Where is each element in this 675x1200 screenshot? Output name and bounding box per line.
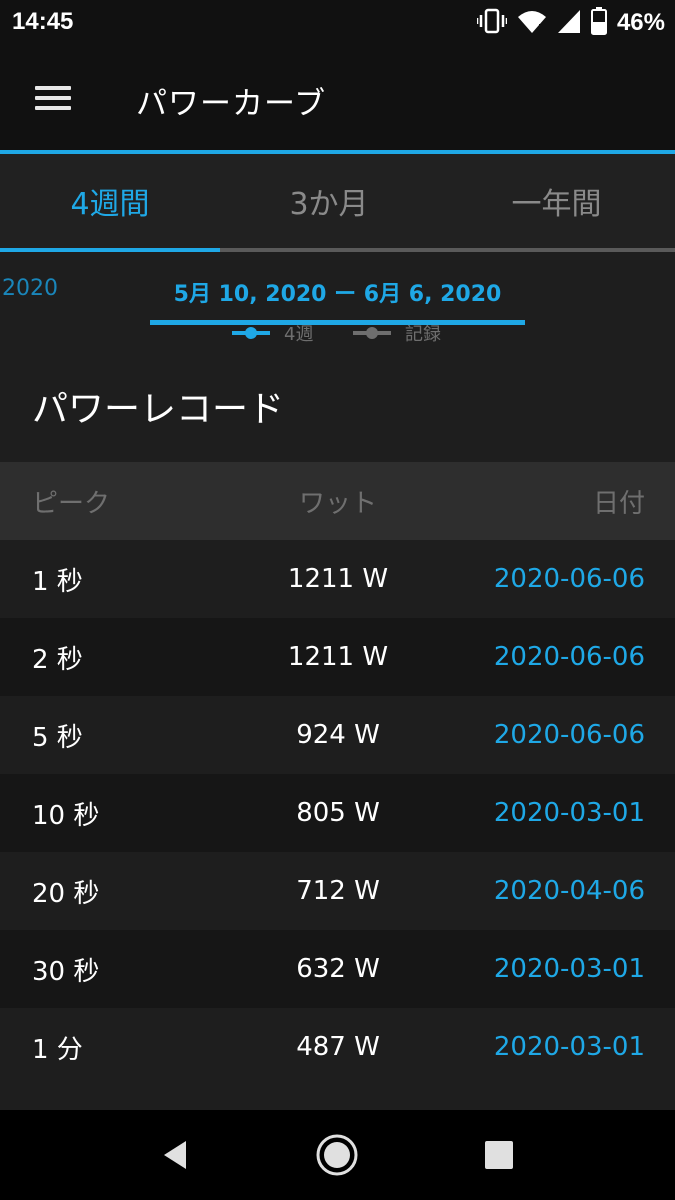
back-button[interactable] bbox=[150, 1130, 200, 1180]
table-row: 10 秒 805 W 2020-03-01 bbox=[0, 774, 675, 852]
date-range-selector: 2020 5月 10, 2020 ー 6月 6, 2020 4週 記録 bbox=[0, 252, 675, 360]
tab-one-year[interactable]: 一年間 bbox=[438, 154, 675, 248]
cell-peak: 5 秒 bbox=[32, 722, 83, 753]
status-time: 14:45 bbox=[12, 8, 74, 35]
cell-watts: 1211 W bbox=[287, 642, 389, 672]
range-underline bbox=[150, 320, 525, 325]
cell-watts: 632 W bbox=[296, 954, 380, 984]
back-icon bbox=[164, 1141, 186, 1169]
app-bar: パワーカーブ bbox=[0, 46, 675, 150]
table-row: 1 秒 1211 W 2020-06-06 bbox=[0, 540, 675, 618]
column-header-watts: ワット bbox=[298, 488, 377, 519]
power-records-title: パワーレコード bbox=[32, 389, 285, 430]
table-row: 1 分 487 W 2020-03-01 bbox=[0, 1008, 675, 1086]
cellular-signal-icon bbox=[557, 8, 581, 38]
legend-swatch-4-weeks bbox=[232, 326, 270, 340]
cell-peak: 20 秒 bbox=[32, 878, 100, 909]
table-row: 5 秒 924 W 2020-06-06 bbox=[0, 696, 675, 774]
legend-swatch-record bbox=[353, 326, 391, 340]
power-records-table: ピーク ワット 日付 1 秒 1211 W 2020-06-06 2 秒 1211 W2… bbox=[0, 462, 675, 1110]
previous-range[interactable]: 2020 bbox=[2, 276, 58, 301]
cell-watts: 712 W bbox=[296, 876, 380, 906]
tab-3-months[interactable]: 3か月 bbox=[220, 154, 438, 248]
cell-date[interactable]: 2020-03-01 bbox=[494, 774, 645, 852]
column-header-date: 日付 bbox=[592, 488, 645, 519]
recents-icon bbox=[485, 1141, 513, 1169]
status-icons: 46% bbox=[476, 7, 665, 39]
table-header: ピーク ワット 日付 bbox=[0, 462, 675, 540]
cell-date[interactable]: 2020-06-06 bbox=[494, 540, 645, 618]
home-icon bbox=[316, 1134, 358, 1176]
column-header-peak: ピーク bbox=[32, 488, 111, 519]
cell-peak: 1 分 bbox=[32, 1034, 83, 1065]
system-nav-bar bbox=[0, 1110, 675, 1200]
cell-peak: 30 秒 bbox=[32, 956, 100, 987]
recents-button[interactable] bbox=[474, 1130, 524, 1180]
vibrate-icon bbox=[476, 7, 508, 39]
cell-watts: 805 W bbox=[296, 798, 380, 828]
cell-peak: 2 秒 bbox=[32, 644, 83, 675]
cell-date[interactable]: 2020-03-01 bbox=[494, 930, 645, 1008]
cell-date[interactable]: 2020-06-06 bbox=[494, 618, 645, 696]
tab-4-weeks[interactable]: 4週間 bbox=[0, 154, 220, 248]
cell-date[interactable]: 2020-03-01 bbox=[494, 1008, 645, 1086]
status-bar: 14:45 46% bbox=[0, 0, 675, 46]
cell-peak: 1 秒 bbox=[32, 566, 83, 597]
period-tabs: 4週間 3か月 一年間 bbox=[0, 154, 675, 252]
cell-peak: 10 秒 bbox=[32, 800, 100, 831]
battery-icon bbox=[590, 7, 607, 39]
table-row: 20 秒 712 W 2020-04-06 bbox=[0, 852, 675, 930]
screen: 14:45 46% パワーカーブ 4週間 3か月 一年間 2020 5月 10,… bbox=[0, 0, 675, 1200]
cell-watts: 487 W bbox=[296, 1032, 380, 1062]
hamburger-menu-icon bbox=[35, 86, 71, 110]
cell-watts: 1211 W bbox=[287, 564, 389, 594]
current-range[interactable]: 5月 10, 2020 ー 6月 6, 2020 bbox=[150, 276, 525, 308]
table-row: 30 秒 632 W 2020-03-01 bbox=[0, 930, 675, 1008]
cell-date[interactable]: 2020-04-06 bbox=[494, 852, 645, 930]
cell-date[interactable]: 2020-06-06 bbox=[494, 696, 645, 774]
page-title: パワーカーブ bbox=[136, 86, 327, 122]
wifi-icon bbox=[517, 8, 547, 38]
menu-button[interactable] bbox=[22, 72, 84, 124]
battery-percent: 46% bbox=[616, 9, 665, 36]
table-row: 2 秒 1211 W 2020-06-06 bbox=[0, 618, 675, 696]
table-row-partial bbox=[0, 1086, 675, 1110]
home-button[interactable] bbox=[312, 1130, 362, 1180]
cell-watts: 924 W bbox=[296, 720, 380, 750]
